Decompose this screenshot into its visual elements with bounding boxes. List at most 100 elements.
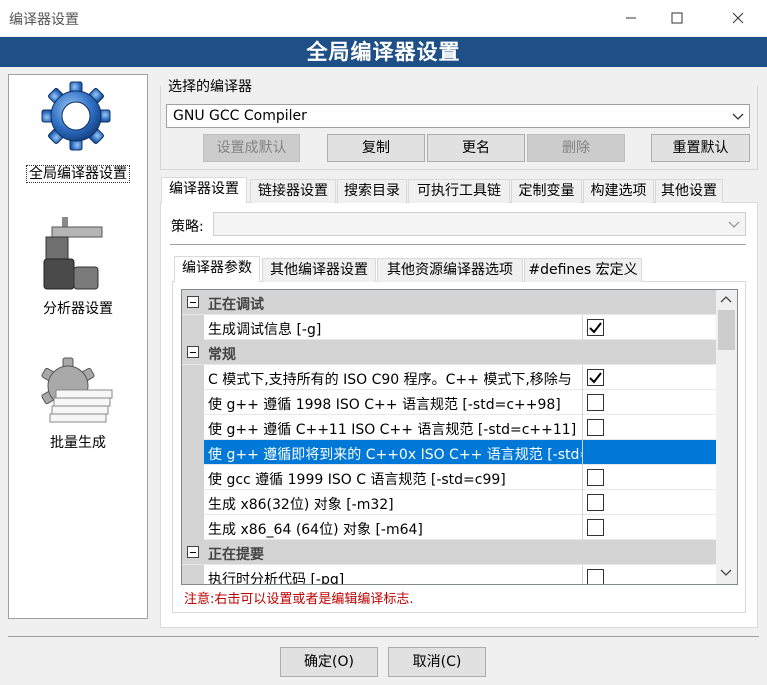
subtab-compiler-flags[interactable]: 编译器参数 [174, 256, 260, 282]
row-gutter [182, 440, 204, 465]
category-nav: 全局编译器设置 分析器设置 批量生成 [8, 74, 148, 619]
option-checkbox[interactable] [587, 569, 604, 584]
policy-label: 策略: [171, 219, 204, 235]
option-label: 使 g++ 遵循 1998 ISO C++ 语言规范 [-std=c++98] [208, 397, 561, 413]
close-icon [732, 12, 744, 24]
rename-button[interactable]: 更名 [427, 134, 525, 162]
nav-label-batch-build: 批量生成 [50, 435, 106, 451]
grid-option-row[interactable]: C 模式下,支持所有的 ISO C90 程序。C++ 模式下,移除与 [182, 365, 716, 390]
option-label: 生成调试信息 [-g] [208, 322, 322, 338]
column-divider [582, 440, 583, 465]
grid-option-row[interactable]: 生成 x86(32位) 对象 [-m32] [182, 490, 716, 515]
policy-select[interactable] [213, 212, 746, 236]
scroll-up-icon[interactable] [720, 294, 732, 304]
column-divider [582, 565, 583, 584]
tab-linker-settings[interactable]: 链接器设置 [250, 179, 336, 203]
collapse-icon[interactable] [187, 546, 199, 558]
row-gutter [182, 415, 204, 440]
option-checkbox[interactable] [587, 519, 604, 536]
set-default-button[interactable]: 设置成默认 [203, 134, 300, 162]
row-gutter [182, 565, 204, 584]
scroll-thumb[interactable] [718, 310, 735, 350]
grid-rows: 正在调试生成调试信息 [-g] 常规 C 模式下,支持所有的 ISO C90 程序。… [182, 290, 716, 584]
scroll-down-icon[interactable] [720, 568, 732, 578]
option-checkbox[interactable] [587, 369, 604, 386]
column-divider [582, 415, 583, 440]
tab-toolchain[interactable]: 可执行工具链 [408, 179, 510, 203]
reset-defaults-button[interactable]: 重置默认 [651, 134, 750, 162]
option-label: 使 g++ 遵循 C++11 ISO C++ 语言规范 [-std=c++11] [208, 422, 577, 438]
option-label: C 模式下,支持所有的 ISO C90 程序。C++ 模式下,移除与 [208, 372, 572, 388]
checkmark-icon [589, 322, 602, 334]
grid-option-row[interactable]: 使 gcc 遵循 1999 ISO C 语言规范 [-std=c99] [182, 465, 716, 490]
nav-item-profiler[interactable]: 分析器设置 [9, 205, 147, 320]
collapse-icon[interactable] [187, 296, 199, 308]
option-label: 生成 x86(32位) 对象 [-m32] [208, 497, 394, 513]
cancel-button[interactable]: 取消(C) [388, 647, 486, 677]
nav-label-global-compiler: 全局编译器设置 [26, 165, 130, 183]
profiler-icon [43, 217, 103, 290]
option-checkbox[interactable] [587, 319, 604, 336]
vertical-scrollbar[interactable] [716, 290, 737, 584]
minimize-icon [626, 17, 636, 19]
chevron-down-icon [728, 221, 740, 228]
gear-icon [41, 81, 111, 151]
grid-option-row[interactable]: 执行时分析代码 [-pg] [182, 565, 716, 585]
tab-compiler-settings[interactable]: 编译器设置 [161, 177, 247, 203]
row-gutter [182, 465, 204, 490]
subtab-other-compiler[interactable]: 其他编译器设置 [262, 258, 376, 282]
grid-option-row[interactable]: 使 g++ 遵循 1998 ISO C++ 语言规范 [-std=c++98] [182, 390, 716, 415]
option-checkbox[interactable] [587, 494, 604, 511]
checkmark-icon [589, 372, 602, 384]
column-divider [582, 515, 583, 540]
copy-button[interactable]: 复制 [327, 134, 425, 162]
tab-custom-vars[interactable]: 定制变量 [511, 179, 582, 203]
ok-button[interactable]: 确定(O) [280, 647, 378, 677]
chevron-down-icon [732, 113, 744, 120]
option-label: 执行时分析代码 [-pg] [208, 572, 345, 585]
maximize-button[interactable] [654, 0, 700, 36]
option-label: 生成 x86_64 (64位) 对象 [-m64] [208, 522, 423, 538]
column-divider [582, 490, 583, 515]
tab-build-options[interactable]: 构建选项 [583, 179, 654, 203]
row-gutter [182, 315, 204, 340]
grid-category-row[interactable]: 常规 [182, 340, 716, 365]
row-gutter [182, 365, 204, 390]
grid-option-row[interactable]: 生成 x86_64 (64位) 对象 [-m64] [182, 515, 716, 540]
option-checkbox[interactable] [587, 394, 604, 411]
compiler-select-value: GNU GCC Compiler [173, 108, 307, 124]
delete-button[interactable]: 删除 [527, 134, 625, 162]
category-label: 常规 [208, 347, 236, 363]
grid-option-row[interactable]: 使 g++ 遵循即将到来的 C++0x ISO C++ 语言规范 [-std=c… [182, 440, 716, 465]
grid-category-row[interactable]: 正在调试 [182, 290, 716, 315]
row-gutter [182, 390, 204, 415]
tab-search-dirs[interactable]: 搜索目录 [337, 179, 407, 203]
batch-build-icon [41, 357, 113, 423]
column-divider [582, 315, 583, 340]
close-button[interactable] [715, 0, 761, 36]
option-checkbox[interactable] [587, 419, 604, 436]
footer-separator [8, 636, 759, 637]
row-gutter [182, 490, 204, 515]
option-checkbox[interactable] [587, 469, 604, 486]
compiler-flags-grid: 正在调试生成调试信息 [-g] 常规 C 模式下,支持所有的 ISO C90 程序。… [181, 289, 738, 585]
grid-category-row[interactable]: 正在提要 [182, 540, 716, 565]
subtab-resource-compiler[interactable]: 其他资源编译器选项 [377, 258, 523, 282]
nav-item-global-compiler[interactable]: 全局编译器设置 [9, 75, 147, 185]
nav-item-batch-build[interactable]: 批量生成 [9, 350, 147, 460]
column-divider [582, 465, 583, 490]
hint-note: 注意:右击可以设置或者是编辑编译标志. [184, 592, 414, 607]
subtab-defines[interactable]: #defines 宏定义 [524, 258, 642, 282]
row-gutter [182, 515, 204, 540]
tab-other-settings[interactable]: 其他设置 [655, 179, 723, 203]
window-title: 编译器设置 [9, 12, 79, 28]
grid-option-row[interactable]: 生成调试信息 [-g] [182, 315, 716, 340]
grid-option-row[interactable]: 使 g++ 遵循 C++11 ISO C++ 语言规范 [-std=c++11] [182, 415, 716, 440]
title-bar: 编译器设置 [0, 0, 767, 36]
collapse-icon[interactable] [187, 346, 199, 358]
compiler-select[interactable]: GNU GCC Compiler [166, 104, 750, 128]
banner-title: 全局编译器设置 [0, 37, 767, 67]
separator [170, 244, 746, 245]
minimize-button[interactable] [608, 0, 654, 36]
maximize-icon [671, 12, 683, 24]
